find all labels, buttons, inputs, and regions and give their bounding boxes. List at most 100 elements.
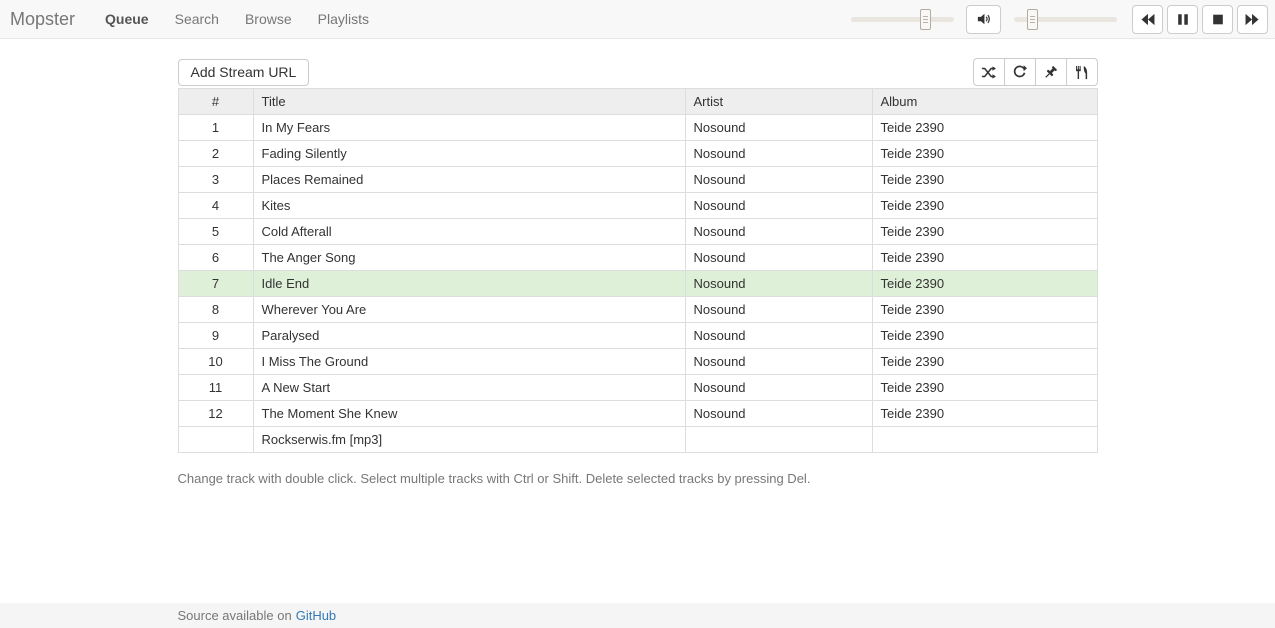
thumbtack-icon — [1043, 65, 1058, 80]
nav-item-playlists[interactable]: Playlists — [305, 11, 382, 27]
cell-album: Teide 2390 — [872, 219, 1097, 245]
cell-artist: Nosound — [685, 375, 872, 401]
cell-track-number: 4 — [178, 193, 253, 219]
table-row[interactable]: 1 In My Fears Nosound Teide 2390 — [178, 115, 1097, 141]
cell-title: In My Fears — [253, 115, 685, 141]
cell-track-number: 5 — [178, 219, 253, 245]
cell-artist: Nosound — [685, 297, 872, 323]
volume-slider-handle[interactable] — [1027, 9, 1038, 30]
volume-mute-button[interactable] — [966, 5, 1001, 34]
cell-artist: Nosound — [685, 167, 872, 193]
cell-title: Rockserwis.fm [mp3] — [253, 427, 685, 453]
cell-track-number: 8 — [178, 297, 253, 323]
add-stream-url-button[interactable]: Add Stream URL — [178, 59, 310, 86]
seek-slider[interactable] — [851, 17, 954, 22]
cell-title: Places Remained — [253, 167, 685, 193]
table-header-row: # Title Artist Album — [178, 89, 1097, 115]
volume-slider[interactable] — [1014, 17, 1117, 22]
pause-icon — [1176, 13, 1190, 26]
footer-content: Source available on GitHub — [178, 608, 1098, 623]
queue-toolbar: Add Stream URL — [178, 58, 1098, 86]
table-row[interactable]: 9 Paralysed Nosound Teide 2390 — [178, 323, 1097, 349]
cell-album — [872, 427, 1097, 453]
repeat-icon — [1012, 65, 1027, 80]
cell-album: Teide 2390 — [872, 323, 1097, 349]
stop-button[interactable] — [1202, 5, 1233, 34]
cell-title: Kites — [253, 193, 685, 219]
table-row[interactable]: 7 Idle End Nosound Teide 2390 — [178, 271, 1097, 297]
cell-track-number: 6 — [178, 245, 253, 271]
table-row[interactable]: 11 A New Start Nosound Teide 2390 — [178, 375, 1097, 401]
cell-title: The Moment She Knew — [253, 401, 685, 427]
cell-track-number: 7 — [178, 271, 253, 297]
navbar: Mopster QueueSearchBrowsePlaylists — [0, 0, 1275, 39]
cutlery-icon — [1074, 65, 1089, 80]
cell-album: Teide 2390 — [872, 245, 1097, 271]
nav-item: Playlists — [305, 0, 382, 38]
cell-track-number: 12 — [178, 401, 253, 427]
cell-album: Teide 2390 — [872, 115, 1097, 141]
table-row[interactable]: 6 The Anger Song Nosound Teide 2390 — [178, 245, 1097, 271]
cell-track-number — [178, 427, 253, 453]
cell-track-number: 1 — [178, 115, 253, 141]
cell-artist: Nosound — [685, 323, 872, 349]
cell-artist — [685, 427, 872, 453]
cell-track-number: 11 — [178, 375, 253, 401]
cell-artist: Nosound — [685, 141, 872, 167]
table-row[interactable]: 5 Cold Afterall Nosound Teide 2390 — [178, 219, 1097, 245]
volume-up-icon — [977, 12, 991, 26]
cell-track-number: 9 — [178, 323, 253, 349]
cell-artist: Nosound — [685, 115, 872, 141]
nav-item-browse[interactable]: Browse — [232, 11, 305, 27]
table-row[interactable]: 3 Places Remained Nosound Teide 2390 — [178, 167, 1097, 193]
cell-album: Teide 2390 — [872, 375, 1097, 401]
cell-track-number: 2 — [178, 141, 253, 167]
table-row[interactable]: 2 Fading Silently Nosound Teide 2390 — [178, 141, 1097, 167]
cell-artist: Nosound — [685, 349, 872, 375]
nav-item: Queue — [92, 0, 162, 38]
backward-icon — [1140, 13, 1155, 26]
github-link[interactable]: GitHub — [296, 608, 336, 623]
table-row[interactable]: 8 Wherever You Are Nosound Teide 2390 — [178, 297, 1097, 323]
cell-artist: Nosound — [685, 401, 872, 427]
previous-button[interactable] — [1132, 5, 1163, 34]
cell-title: Wherever You Are — [253, 297, 685, 323]
nav-item-search[interactable]: Search — [162, 11, 232, 27]
single-mode-button[interactable] — [1035, 58, 1067, 86]
next-button[interactable] — [1237, 5, 1268, 34]
nav-menu: QueueSearchBrowsePlaylists — [92, 0, 382, 38]
navbar-controls — [851, 5, 1268, 34]
brand-mopster[interactable]: Mopster — [10, 9, 75, 30]
consume-mode-button[interactable] — [1066, 58, 1098, 86]
column-header-title: Title — [253, 89, 685, 115]
table-row[interactable]: Rockserwis.fm [mp3] — [178, 427, 1097, 453]
hint-text: Change track with double click. Select m… — [178, 471, 1098, 486]
cell-track-number: 10 — [178, 349, 253, 375]
column-header-album: Album — [872, 89, 1097, 115]
repeat-button[interactable] — [1004, 58, 1036, 86]
nav-item: Browse — [232, 0, 305, 38]
cell-album: Teide 2390 — [872, 193, 1097, 219]
cell-album: Teide 2390 — [872, 297, 1097, 323]
table-row[interactable]: 10 I Miss The Ground Nosound Teide 2390 — [178, 349, 1097, 375]
cell-title: Idle End — [253, 271, 685, 297]
cell-artist: Nosound — [685, 245, 872, 271]
footer: Source available on GitHub — [0, 603, 1275, 628]
nav-item-queue[interactable]: Queue — [92, 11, 162, 27]
cell-album: Teide 2390 — [872, 167, 1097, 193]
table-row[interactable]: 12 The Moment She Knew Nosound Teide 239… — [178, 401, 1097, 427]
column-header-artist: Artist — [685, 89, 872, 115]
queue-table: # Title Artist Album 1 In My Fears Nosou… — [178, 88, 1098, 453]
cell-album: Teide 2390 — [872, 349, 1097, 375]
seek-slider-handle[interactable] — [920, 9, 931, 30]
pause-button[interactable] — [1167, 5, 1198, 34]
table-row[interactable]: 4 Kites Nosound Teide 2390 — [178, 193, 1097, 219]
forward-icon — [1245, 13, 1260, 26]
cell-album: Teide 2390 — [872, 401, 1097, 427]
cell-title: Paralysed — [253, 323, 685, 349]
footer-text: Source available on — [178, 608, 292, 623]
cell-title: Cold Afterall — [253, 219, 685, 245]
stop-icon — [1211, 13, 1225, 26]
nav-item: Search — [162, 0, 232, 38]
shuffle-button[interactable] — [973, 58, 1005, 86]
